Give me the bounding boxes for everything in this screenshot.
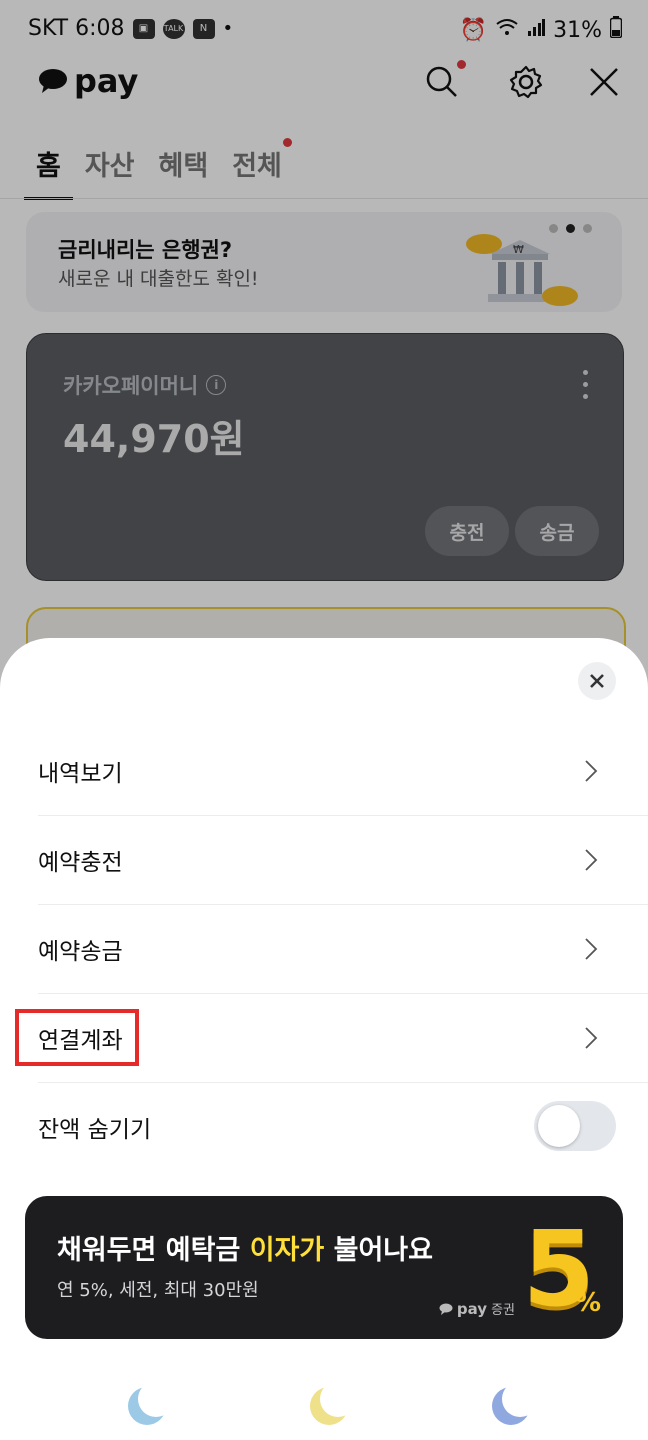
percent-sign: % [574,1288,601,1318]
highlight-box [15,1009,139,1066]
chevron-right-icon [585,849,598,871]
promo-title-highlight: 이자가 [249,1235,325,1266]
chevron-right-icon [585,938,598,960]
brand-pay: pay [456,1299,488,1318]
menu-item-label: 예약충전 [38,850,123,876]
promo-title: 채워두면 예탁금 이자가 불어나요 [57,1228,433,1267]
menu-item-scheduled-charge[interactable]: 예약충전 [38,816,648,905]
promo-title-part1: 채워두면 예탁금 [57,1235,250,1266]
promo-subtitle: 연 5%, 세전, 최대 30만원 [57,1280,259,1301]
hide-balance-toggle[interactable] [534,1101,616,1151]
chevron-right-icon [585,1027,598,1049]
promo-title-part2: 불어나요 [324,1235,433,1266]
kakaopay-securities-logo: pay 증권 [439,1299,515,1318]
speech-bubble-icon [439,1303,453,1315]
menu-item-label: 내역보기 [38,761,123,787]
toggle-knob [538,1105,580,1147]
moon-icon [492,1385,532,1425]
menu-item-label: 예약송금 [38,939,123,965]
sheet-close-button[interactable] [578,662,616,700]
brand-suffix: 증권 [491,1303,515,1318]
moon-icon [128,1385,168,1425]
promo-banner[interactable]: 채워두면 예탁금 이자가 불어나요 연 5%, 세전, 최대 30만원 pay 증… [25,1196,623,1339]
close-icon [590,674,604,688]
chevron-right-icon [585,760,598,782]
menu-item-history[interactable]: 내역보기 [38,727,648,816]
hide-balance-label: 잔액 숨기기 [38,1117,152,1143]
menu-item-scheduled-transfer[interactable]: 예약송금 [38,905,648,994]
moon-icon [310,1385,350,1425]
